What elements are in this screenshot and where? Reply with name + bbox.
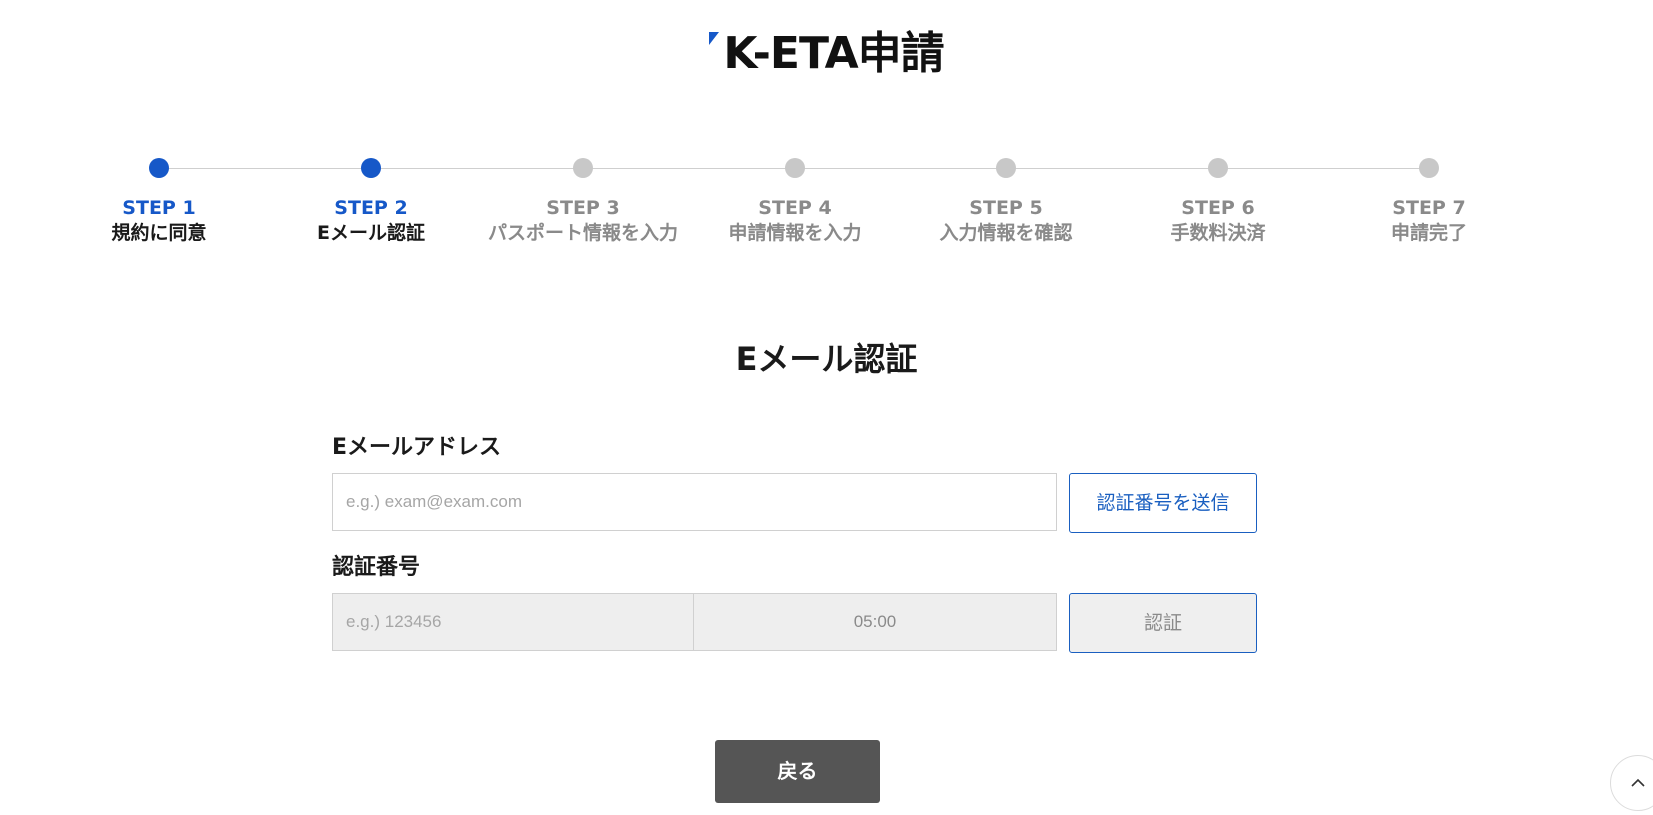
code-input[interactable] (332, 593, 694, 651)
countdown-timer: 05:00 (694, 593, 1057, 651)
step-dot-icon (785, 158, 805, 178)
chevron-up-icon (1631, 778, 1645, 787)
step-number: STEP 6 (1181, 197, 1255, 219)
logo-text: K-ETA申請 (723, 28, 944, 79)
step-dot-icon (1419, 158, 1439, 178)
step-2: STEP 2 Eメール認証 (261, 155, 481, 246)
step-label: Eメール認証 (317, 222, 425, 244)
step-dot-icon (573, 158, 593, 178)
email-input[interactable] (332, 473, 1057, 531)
step-number: STEP 3 (546, 197, 620, 219)
email-label: Eメールアドレス (332, 435, 502, 460)
step-label: 申請完了 (1390, 222, 1467, 244)
step-number: STEP 1 (122, 197, 196, 219)
step-1: STEP 1 規約に同意 (49, 155, 269, 246)
step-7: STEP 7 申請完了 (1319, 155, 1539, 246)
logo-link[interactable]: K-ETA申請 (709, 24, 945, 84)
scroll-top-button[interactable] (1610, 755, 1653, 811)
step-label: パスポート情報を入力 (487, 222, 678, 244)
step-label: 入力情報を確認 (939, 222, 1073, 244)
step-dot-icon (996, 158, 1016, 178)
step-number: STEP 7 (1392, 197, 1466, 219)
step-label: 申請情報を入力 (728, 222, 862, 244)
step-dot-icon (1208, 158, 1228, 178)
page-title: Eメール認証 (735, 340, 918, 378)
back-button[interactable]: 戻る (715, 740, 880, 803)
step-3: STEP 3 パスポート情報を入力 (473, 155, 693, 246)
step-dot-icon (361, 158, 381, 178)
logo: K-ETA申請 (0, 24, 1653, 84)
step-number: STEP 2 (334, 197, 408, 219)
step-5: STEP 5 入力情報を確認 (896, 155, 1116, 246)
page: K-ETA申請 STEP 1 規約に同意 STEP 2 Eメール認証 STEP … (0, 0, 1653, 815)
step-number: STEP 4 (758, 197, 832, 219)
verify-button[interactable]: 認証 (1069, 593, 1257, 653)
progress-stepper: STEP 1 規約に同意 STEP 2 Eメール認証 STEP 3 パスポート情… (0, 155, 1653, 255)
step-6: STEP 6 手数料決済 (1108, 155, 1328, 246)
send-code-button[interactable]: 認証番号を送信 (1069, 473, 1257, 533)
logo-mark-icon (709, 32, 720, 45)
step-number: STEP 5 (969, 197, 1043, 219)
step-label: 規約に同意 (111, 222, 207, 244)
step-4: STEP 4 申請情報を入力 (685, 155, 905, 246)
step-label: 手数料決済 (1170, 222, 1266, 244)
code-label: 認証番号 (332, 555, 421, 580)
step-dot-icon (149, 158, 169, 178)
